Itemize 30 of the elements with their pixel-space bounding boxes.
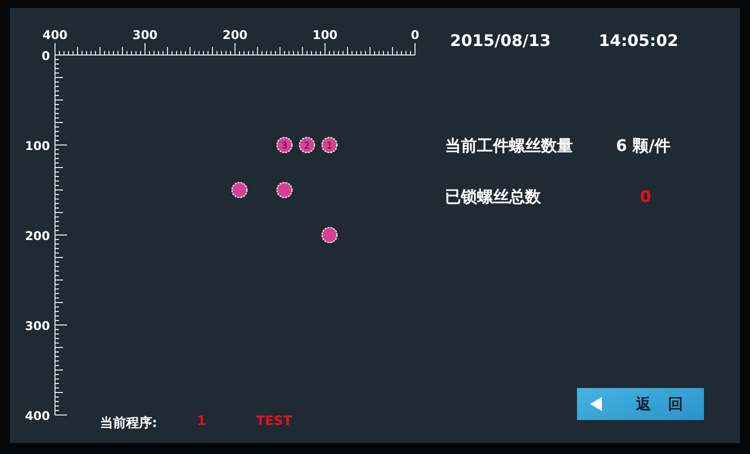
stat-value: 6 颗/件: [616, 136, 671, 157]
back-button[interactable]: 返 回: [577, 388, 704, 420]
ruler-label: 100: [24, 139, 50, 153]
ruler-label: 200: [222, 28, 248, 42]
screw-point: [276, 182, 293, 198]
time-text: 14:05:02: [598, 31, 678, 50]
ruler-label: 400: [42, 28, 68, 42]
stat-value: 0: [640, 187, 652, 206]
annotation: 3: [282, 142, 288, 152]
ruler-label: 0: [410, 28, 420, 42]
back-arrow-icon: [589, 396, 603, 412]
annotation: 1: [326, 142, 332, 152]
screw-point: [231, 182, 248, 198]
stat-label: 已锁螺丝总数: [445, 187, 542, 208]
annotation: 2: [304, 142, 310, 152]
screw-point: [321, 226, 338, 244]
screw-point: 1: [321, 136, 338, 154]
date-text: 2015/08/13: [450, 31, 551, 50]
ruler-label: 100: [312, 28, 338, 42]
screw-point: 3: [276, 136, 293, 154]
ruler-label: 200: [24, 229, 50, 243]
program-name: TEST: [256, 414, 292, 431]
program-label: 当前程序:: [100, 414, 158, 432]
program-number: 1: [197, 414, 208, 431]
ruler-label: 0: [42, 49, 50, 63]
stat-label: 当前工件螺丝数量: [445, 136, 574, 157]
ruler-label: 300: [24, 319, 50, 333]
ruler-label: 300: [132, 28, 158, 42]
screw-point: 2: [298, 136, 316, 154]
ruler-label: 400: [24, 409, 50, 423]
